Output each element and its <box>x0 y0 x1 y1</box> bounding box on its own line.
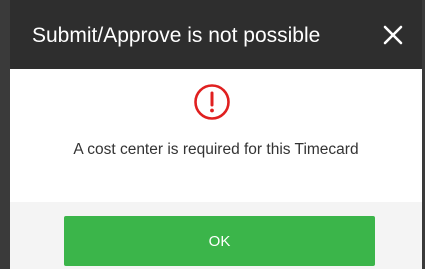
dialog-body: A cost center is required for this Timec… <box>10 69 422 202</box>
error-message: A cost center is required for this Timec… <box>73 141 359 158</box>
close-icon <box>383 25 403 45</box>
dialog-title: Submit/Approve is not possible <box>32 24 321 47</box>
close-button[interactable] <box>378 20 408 50</box>
background-app-edge <box>0 0 10 269</box>
error-dialog: Submit/Approve is not possible A cost ce… <box>10 0 422 269</box>
dialog-footer: OK <box>10 202 422 269</box>
exclamation-circle-icon <box>193 83 231 121</box>
dialog-header: Submit/Approve is not possible <box>10 0 422 69</box>
ok-button[interactable]: OK <box>64 216 375 266</box>
